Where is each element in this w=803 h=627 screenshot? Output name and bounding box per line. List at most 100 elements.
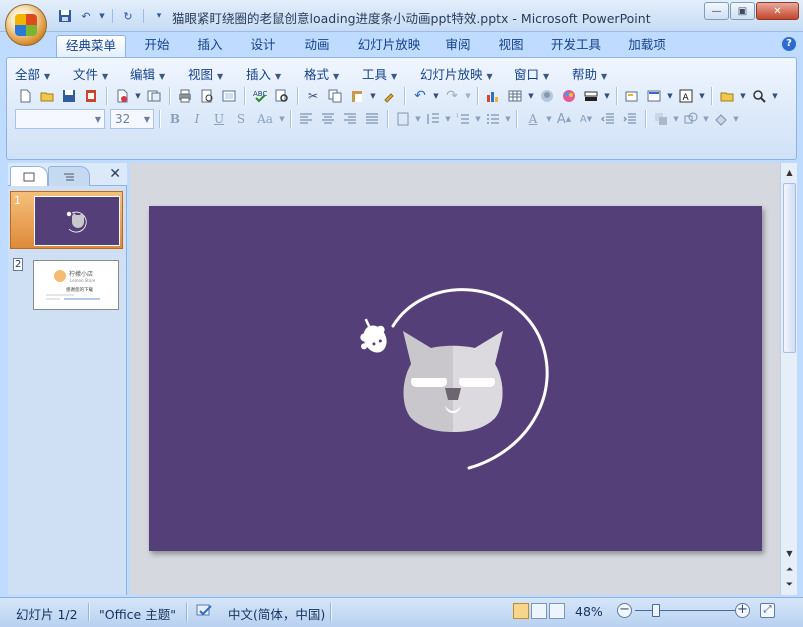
open-icon[interactable]: [37, 86, 57, 106]
zoom-slider-track[interactable]: [635, 610, 735, 611]
slide-sorter-view-button[interactable]: [531, 603, 547, 619]
menu-edit[interactable]: 编辑 ▼: [130, 64, 188, 82]
dropdown-arrow-icon[interactable]: ▼: [546, 109, 552, 129]
tab-review[interactable]: 审阅: [438, 35, 478, 57]
dropdown-arrow-icon[interactable]: ▼: [666, 86, 674, 106]
undo-icon[interactable]: ↶: [410, 86, 430, 106]
permission-icon[interactable]: [81, 86, 101, 106]
minimize-button[interactable]: —: [704, 2, 729, 20]
save-icon[interactable]: [56, 7, 74, 25]
language-indicator[interactable]: 中文(简体，中国): [228, 604, 325, 623]
text-direction-icon[interactable]: [393, 109, 413, 129]
zoom-icon[interactable]: [749, 86, 769, 106]
new-icon[interactable]: [15, 86, 35, 106]
previous-slide-icon[interactable]: ⏶: [782, 562, 797, 578]
dropdown-arrow-icon[interactable]: ▼: [279, 109, 285, 129]
slideshow-view-button[interactable]: [549, 603, 565, 619]
decrease-indent-icon[interactable]: [598, 109, 618, 129]
scroll-down-icon[interactable]: ▼: [782, 546, 797, 562]
folder-icon[interactable]: [717, 86, 737, 106]
office-button[interactable]: [5, 4, 47, 46]
theme-name[interactable]: "Office 主题": [99, 604, 176, 623]
zoom-slider-handle[interactable]: [652, 604, 661, 617]
tab-home[interactable]: 开始: [137, 35, 177, 57]
next-slide-icon[interactable]: ⏷: [782, 577, 797, 593]
zoom-level[interactable]: 48%: [575, 604, 603, 619]
align-center-icon[interactable]: [318, 109, 338, 129]
grow-font-icon[interactable]: A ▲: [554, 109, 574, 129]
cut-icon[interactable]: ✂: [303, 86, 323, 106]
copy-icon[interactable]: [325, 86, 345, 106]
dropdown-arrow-icon[interactable]: ▼: [733, 109, 739, 129]
close-pane-icon[interactable]: ✕: [109, 166, 121, 182]
vertical-scrollbar[interactable]: ▲ ▼ ⏶ ⏷: [780, 163, 797, 595]
print-icon[interactable]: [175, 86, 195, 106]
undo-icon[interactable]: ↶: [77, 7, 95, 25]
zoom-out-icon[interactable]: −: [617, 603, 632, 618]
fit-to-window-icon[interactable]: ⤢: [760, 603, 775, 618]
spelling-check-icon[interactable]: [196, 604, 214, 621]
dropdown-arrow-icon[interactable]: ▼: [432, 86, 440, 106]
underline-button[interactable]: U: [209, 109, 229, 129]
normal-view-button[interactable]: [513, 603, 529, 619]
redo-icon[interactable]: ↷: [442, 86, 462, 106]
dropdown-arrow-icon[interactable]: ▼: [527, 86, 535, 106]
bullets-icon[interactable]: [483, 109, 503, 129]
align-right-icon[interactable]: [340, 109, 360, 129]
scroll-up-icon[interactable]: ▲: [782, 165, 797, 181]
table-icon[interactable]: [505, 86, 525, 106]
menu-file[interactable]: 文件 ▼: [73, 64, 130, 82]
close-button[interactable]: ✕: [756, 2, 799, 20]
menu-all[interactable]: 全部 ▼: [15, 64, 73, 82]
tab-addins[interactable]: 加载项: [621, 35, 673, 57]
font-color-button[interactable]: A: [522, 109, 544, 129]
increase-indent-icon[interactable]: [620, 109, 640, 129]
menu-format[interactable]: 格式 ▼: [304, 64, 362, 82]
dropdown-arrow-icon[interactable]: ▼: [673, 109, 679, 129]
paste-icon[interactable]: [347, 86, 367, 106]
menu-help[interactable]: 帮助 ▼: [572, 64, 622, 82]
arrange-icon[interactable]: [651, 109, 671, 129]
clipart-icon[interactable]: [537, 86, 557, 106]
dropdown-arrow-icon[interactable]: ▼: [703, 109, 709, 129]
dropdown-arrow-icon[interactable]: ▼: [445, 109, 451, 129]
outline-tab[interactable]: [48, 166, 90, 186]
menu-window[interactable]: 窗口 ▼: [514, 64, 572, 82]
font-name-combo[interactable]: ▼: [15, 109, 105, 129]
justify-icon[interactable]: [362, 109, 382, 129]
tab-insert[interactable]: 插入: [190, 35, 230, 57]
undo-dropdown-icon[interactable]: ▼: [98, 7, 106, 25]
dropdown-arrow-icon[interactable]: ▼: [698, 86, 706, 106]
dropdown-arrow-icon[interactable]: ▼: [739, 86, 747, 106]
menu-view[interactable]: 视图 ▼: [188, 64, 246, 82]
customize-qat-icon[interactable]: ▾: [150, 7, 168, 25]
show-formatting-icon[interactable]: [581, 86, 601, 106]
slide-thumbnail-1[interactable]: 1: [10, 191, 123, 249]
dropdown-arrow-icon[interactable]: ▼: [475, 109, 481, 129]
spelling-icon[interactable]: ABC: [250, 86, 270, 106]
new-slide-icon[interactable]: [622, 86, 642, 106]
slides-tab[interactable]: [10, 166, 48, 186]
menu-tools[interactable]: 工具 ▼: [362, 64, 420, 82]
tab-slideshow[interactable]: 幻灯片放映: [350, 35, 428, 57]
shrink-font-icon[interactable]: A ▼: [576, 109, 596, 129]
current-slide[interactable]: [149, 206, 762, 551]
attach-icon[interactable]: [144, 86, 164, 106]
dropdown-arrow-icon[interactable]: ▼: [134, 86, 142, 106]
dropdown-arrow-icon[interactable]: ▼: [464, 86, 472, 106]
tab-design[interactable]: 设计: [243, 35, 283, 57]
bold-button[interactable]: B: [165, 109, 185, 129]
dropdown-arrow-icon[interactable]: ▼: [369, 86, 377, 106]
slide-thumbnail-2[interactable]: 2 柠檬小店 Lemon Store 感谢您的下载: [10, 256, 123, 314]
scrollbar-thumb[interactable]: [783, 183, 796, 353]
text-box-icon[interactable]: A: [676, 86, 696, 106]
chart-icon[interactable]: [483, 86, 503, 106]
dropdown-arrow-icon[interactable]: ▼: [415, 109, 421, 129]
change-case-button[interactable]: Aa: [253, 109, 277, 129]
slide-view-icon[interactable]: [219, 86, 239, 106]
menu-slideshow[interactable]: 幻灯片放映 ▼: [420, 64, 514, 82]
research-icon[interactable]: [272, 86, 292, 106]
italic-button[interactable]: I: [187, 109, 207, 129]
color-grayscale-icon[interactable]: [559, 86, 579, 106]
tab-view[interactable]: 视图: [491, 35, 531, 57]
